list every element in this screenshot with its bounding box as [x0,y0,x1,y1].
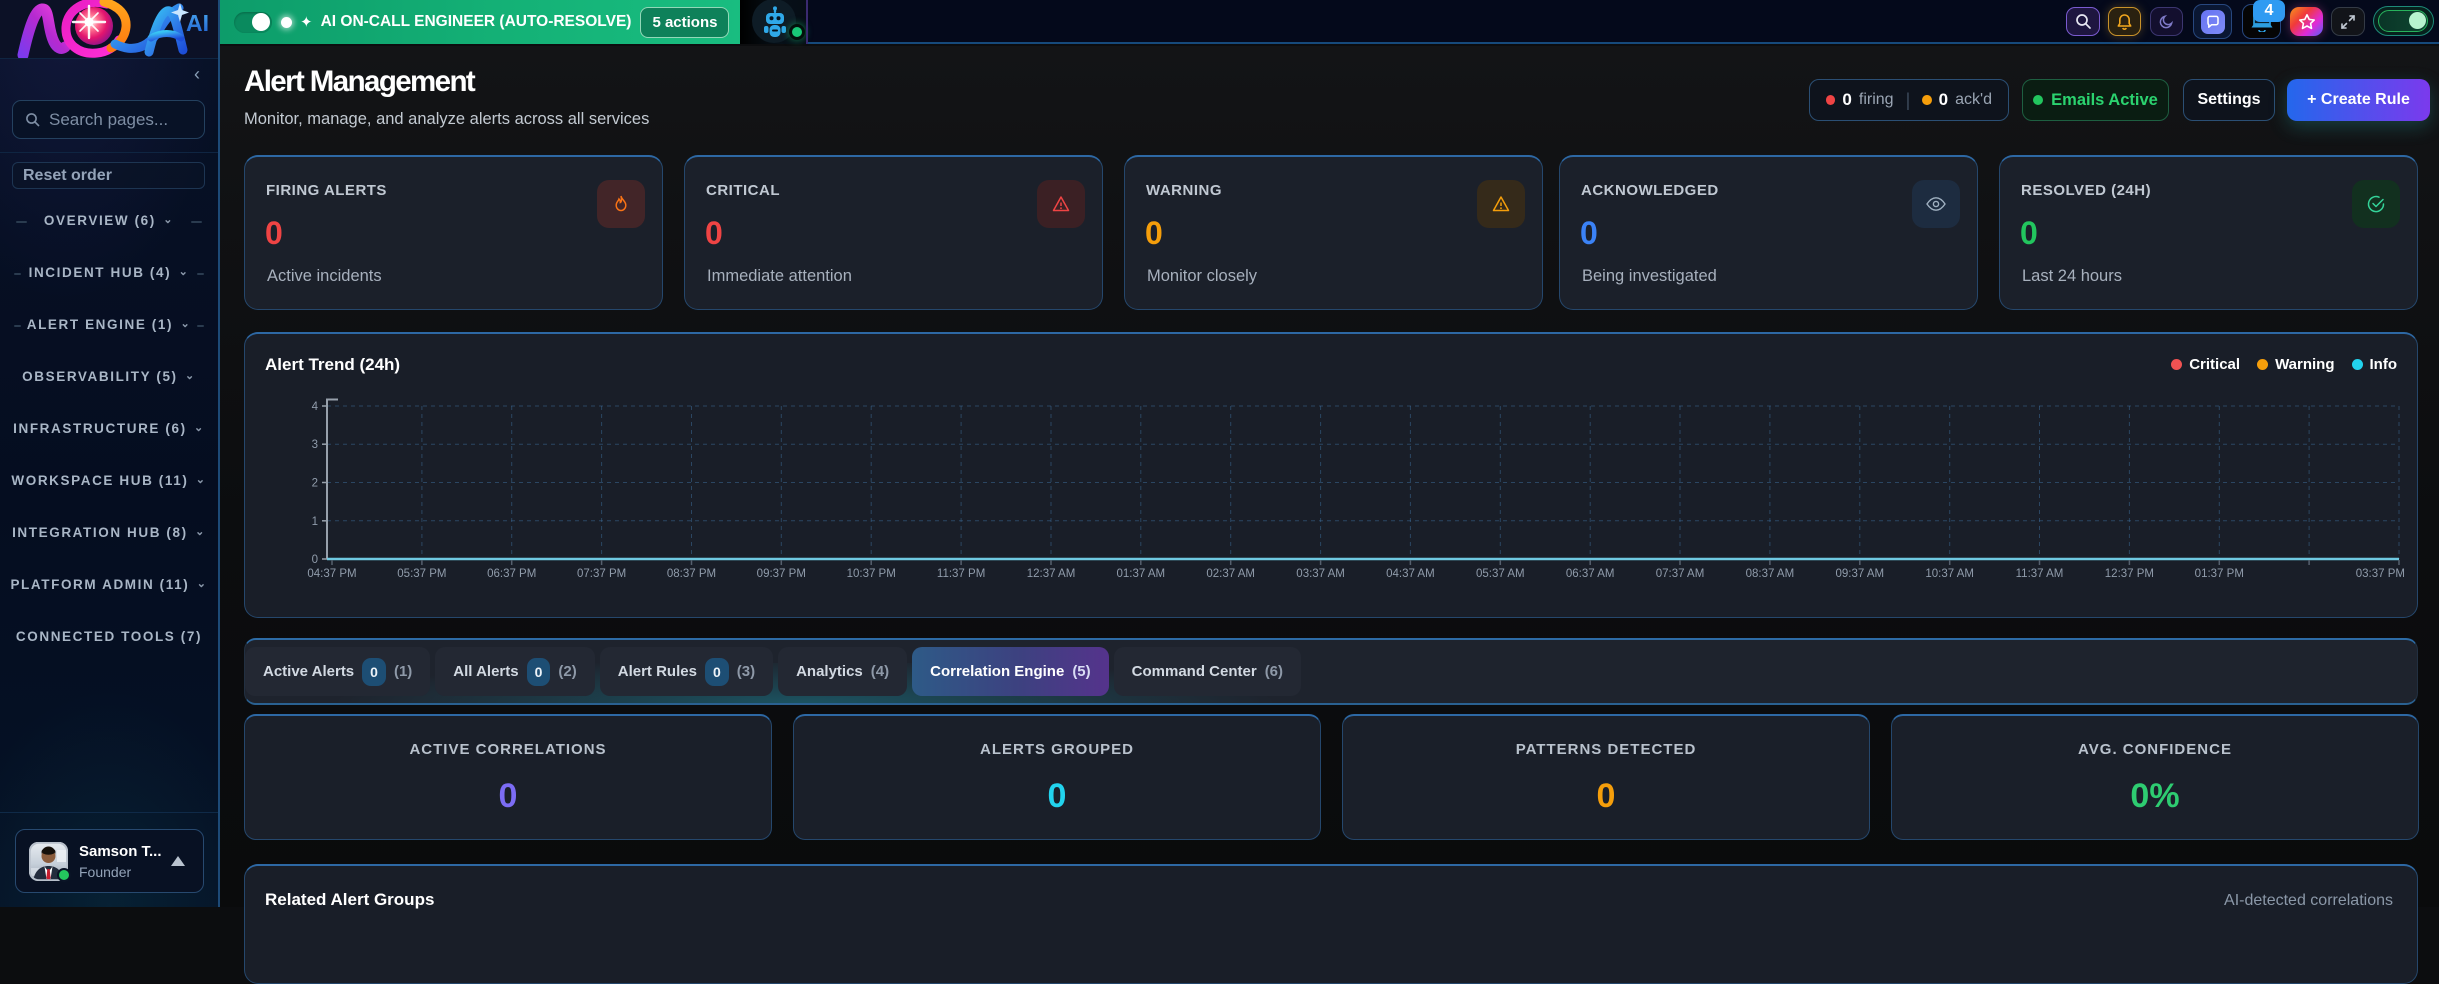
svg-text:3: 3 [312,439,318,451]
svg-text:04:37 PM: 04:37 PM [307,568,356,580]
svg-text:06:37 PM: 06:37 PM [487,568,536,580]
svg-text:07:37 AM: 07:37 AM [1656,568,1705,580]
svg-text:01:37 AM: 01:37 AM [1117,568,1166,580]
svg-text:02:37 AM: 02:37 AM [1206,568,1255,580]
svg-text:04:37 AM: 04:37 AM [1386,568,1435,580]
svg-text:01:37 PM: 01:37 PM [2195,568,2244,580]
svg-text:05:37 PM: 05:37 PM [397,568,446,580]
svg-text:AI: AI [186,10,209,36]
svg-text:0: 0 [312,554,318,566]
svg-text:11:37 AM: 11:37 AM [2016,568,2064,580]
svg-text:08:37 PM: 08:37 PM [667,568,716,580]
svg-text:1: 1 [312,516,318,528]
svg-text:12:37 PM: 12:37 PM [2105,568,2154,580]
svg-text:07:37 PM: 07:37 PM [577,568,626,580]
svg-text:06:37 AM: 06:37 AM [1566,568,1615,580]
svg-text:08:37 AM: 08:37 AM [1746,568,1795,580]
svg-text:12:37 AM: 12:37 AM [1027,568,1076,580]
svg-text:03:37 PM: 03:37 PM [2356,568,2405,580]
svg-text:10:37 PM: 10:37 PM [847,568,896,580]
svg-text:4: 4 [312,401,319,413]
svg-text:09:37 PM: 09:37 PM [757,568,806,580]
svg-text:11:37 PM: 11:37 PM [937,568,985,580]
svg-text:10:37 AM: 10:37 AM [1925,568,1974,580]
svg-text:03:37 AM: 03:37 AM [1296,568,1345,580]
svg-text:2: 2 [312,478,318,490]
svg-text:05:37 AM: 05:37 AM [1476,568,1525,580]
svg-text:09:37 AM: 09:37 AM [1836,568,1885,580]
